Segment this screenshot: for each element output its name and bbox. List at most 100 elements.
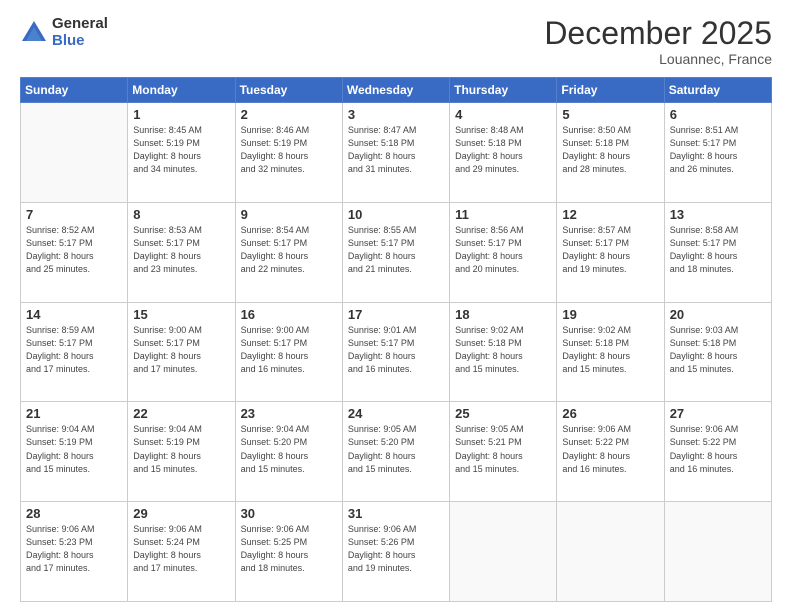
table-row: 31Sunrise: 9:06 AM Sunset: 5:26 PM Dayli… — [342, 502, 449, 602]
table-row: 21 Sunrise: 9:04 AM Sunset: 5:19 PM Dayli… — [21, 402, 128, 502]
day-number: 28 — [26, 506, 122, 521]
col-thursday: Thursday — [450, 78, 557, 103]
calendar-row-4: 28 Sunrise: 9:06 AM Sunset: 5:23 PM Dayli… — [21, 502, 772, 602]
day-info: Sunrise: 8:52 AM Sunset: 5:17 PM Dayligh… — [26, 224, 122, 276]
day-info: Sunrise: 8:53 AM Sunset: 5:17 PM Dayligh… — [133, 224, 229, 276]
day-info: Sunrise: 9:00 AM Sunset: 5:17 PM Dayligh… — [133, 324, 229, 376]
day-info: Sunrise: 8:46 AM Sunset: 5:19 PM Dayligh… — [241, 124, 337, 176]
table-row: 19 Sunrise: 9:02 AM Sunset: 5:18 PM Dayli… — [557, 302, 664, 402]
day-info: Sunrise: 8:45 AM Sunset: 5:19 PM Dayligh… — [133, 124, 229, 176]
table-row: 5 Sunrise: 8:50 AM Sunset: 5:18 PM Daylig… — [557, 103, 664, 203]
table-row: 6 Sunrise: 8:51 AM Sunset: 5:17 PM Daylig… — [664, 103, 771, 203]
day-number: 26 — [562, 406, 658, 421]
day-info: Sunrise: 9:00 AM Sunset: 5:17 PM Dayligh… — [241, 324, 337, 376]
logo-text: General Blue — [52, 16, 108, 49]
day-number: 7 — [26, 207, 122, 222]
day-info: Sunrise: 9:06 AM Sunset: 5:25 PM Dayligh… — [241, 523, 337, 575]
table-row: 20Sunrise: 9:03 AM Sunset: 5:18 PM Dayli… — [664, 302, 771, 402]
table-row: 25 Sunrise: 9:05 AM Sunset: 5:21 PM Dayli… — [450, 402, 557, 502]
day-info: Sunrise: 8:50 AM Sunset: 5:18 PM Dayligh… — [562, 124, 658, 176]
table-row: 10Sunrise: 8:55 AM Sunset: 5:17 PM Dayli… — [342, 202, 449, 302]
day-info: Sunrise: 9:02 AM Sunset: 5:18 PM Dayligh… — [455, 324, 551, 376]
day-number: 21 — [26, 406, 122, 421]
table-row: 28 Sunrise: 9:06 AM Sunset: 5:23 PM Dayli… — [21, 502, 128, 602]
day-info: Sunrise: 9:04 AM Sunset: 5:20 PM Dayligh… — [241, 423, 337, 475]
day-info: Sunrise: 9:05 AM Sunset: 5:21 PM Dayligh… — [455, 423, 551, 475]
day-number: 16 — [241, 307, 337, 322]
day-number: 25 — [455, 406, 551, 421]
day-info: Sunrise: 9:06 AM Sunset: 5:23 PM Dayligh… — [26, 523, 122, 575]
day-info: Sunrise: 8:55 AM Sunset: 5:17 PM Dayligh… — [348, 224, 444, 276]
day-number: 15 — [133, 307, 229, 322]
day-number: 24 — [348, 406, 444, 421]
table-row: 22Sunrise: 9:04 AM Sunset: 5:19 PM Dayli… — [128, 402, 235, 502]
col-monday: Monday — [128, 78, 235, 103]
table-row: 16 Sunrise: 9:00 AM Sunset: 5:17 PM Dayli… — [235, 302, 342, 402]
table-row: 29Sunrise: 9:06 AM Sunset: 5:24 PM Dayli… — [128, 502, 235, 602]
day-number: 17 — [348, 307, 444, 322]
day-info: Sunrise: 9:04 AM Sunset: 5:19 PM Dayligh… — [26, 423, 122, 475]
day-info: Sunrise: 8:59 AM Sunset: 5:17 PM Dayligh… — [26, 324, 122, 376]
day-number: 30 — [241, 506, 337, 521]
day-number: 12 — [562, 207, 658, 222]
logo-icon — [20, 19, 48, 47]
col-wednesday: Wednesday — [342, 78, 449, 103]
day-info: Sunrise: 8:54 AM Sunset: 5:17 PM Dayligh… — [241, 224, 337, 276]
day-number: 23 — [241, 406, 337, 421]
calendar-row-3: 21 Sunrise: 9:04 AM Sunset: 5:19 PM Dayli… — [21, 402, 772, 502]
day-info: Sunrise: 8:51 AM Sunset: 5:17 PM Dayligh… — [670, 124, 766, 176]
table-row: 17Sunrise: 9:01 AM Sunset: 5:17 PM Dayli… — [342, 302, 449, 402]
table-row: 24Sunrise: 9:05 AM Sunset: 5:20 PM Dayli… — [342, 402, 449, 502]
calendar-row-0: 1 Sunrise: 8:45 AM Sunset: 5:19 PM Daylig… — [21, 103, 772, 203]
calendar-row-2: 14 Sunrise: 8:59 AM Sunset: 5:17 PM Dayli… — [21, 302, 772, 402]
day-number: 9 — [241, 207, 337, 222]
day-number: 5 — [562, 107, 658, 122]
table-row: 1 Sunrise: 8:45 AM Sunset: 5:19 PM Daylig… — [128, 103, 235, 203]
table-row: 30 Sunrise: 9:06 AM Sunset: 5:25 PM Dayli… — [235, 502, 342, 602]
month-title: December 2025 — [544, 16, 772, 51]
calendar-row-1: 7 Sunrise: 8:52 AM Sunset: 5:17 PM Daylig… — [21, 202, 772, 302]
day-number: 6 — [670, 107, 766, 122]
page: General Blue December 2025 Louannec, Fra… — [0, 0, 792, 612]
day-number: 4 — [455, 107, 551, 122]
day-number: 13 — [670, 207, 766, 222]
col-friday: Friday — [557, 78, 664, 103]
table-row: 18Sunrise: 9:02 AM Sunset: 5:18 PM Dayli… — [450, 302, 557, 402]
day-info: Sunrise: 9:06 AM Sunset: 5:22 PM Dayligh… — [670, 423, 766, 475]
table-row: 15 Sunrise: 9:00 AM Sunset: 5:17 PM Dayli… — [128, 302, 235, 402]
table-row: 13 Sunrise: 8:58 AM Sunset: 5:17 PM Dayli… — [664, 202, 771, 302]
day-number: 14 — [26, 307, 122, 322]
calendar-table: Sunday Monday Tuesday Wednesday Thursday… — [20, 77, 772, 602]
day-info: Sunrise: 8:47 AM Sunset: 5:18 PM Dayligh… — [348, 124, 444, 176]
day-number: 27 — [670, 406, 766, 421]
day-info: Sunrise: 9:06 AM Sunset: 5:24 PM Dayligh… — [133, 523, 229, 575]
logo-blue-text: Blue — [52, 33, 108, 50]
calendar-header-row: Sunday Monday Tuesday Wednesday Thursday… — [21, 78, 772, 103]
day-info: Sunrise: 8:58 AM Sunset: 5:17 PM Dayligh… — [670, 224, 766, 276]
table-row: 23 Sunrise: 9:04 AM Sunset: 5:20 PM Dayli… — [235, 402, 342, 502]
table-row: 12 Sunrise: 8:57 AM Sunset: 5:17 PM Dayli… — [557, 202, 664, 302]
table-row — [664, 502, 771, 602]
header: General Blue December 2025 Louannec, Fra… — [20, 16, 772, 67]
location-subtitle: Louannec, France — [544, 51, 772, 67]
day-number: 1 — [133, 107, 229, 122]
day-number: 3 — [348, 107, 444, 122]
day-number: 11 — [455, 207, 551, 222]
day-info: Sunrise: 9:03 AM Sunset: 5:18 PM Dayligh… — [670, 324, 766, 376]
table-row: 9 Sunrise: 8:54 AM Sunset: 5:17 PM Daylig… — [235, 202, 342, 302]
day-info: Sunrise: 9:04 AM Sunset: 5:19 PM Dayligh… — [133, 423, 229, 475]
table-row — [557, 502, 664, 602]
table-row: 7 Sunrise: 8:52 AM Sunset: 5:17 PM Daylig… — [21, 202, 128, 302]
table-row: 8 Sunrise: 8:53 AM Sunset: 5:17 PM Daylig… — [128, 202, 235, 302]
col-saturday: Saturday — [664, 78, 771, 103]
day-info: Sunrise: 9:02 AM Sunset: 5:18 PM Dayligh… — [562, 324, 658, 376]
day-number: 19 — [562, 307, 658, 322]
col-tuesday: Tuesday — [235, 78, 342, 103]
day-info: Sunrise: 8:57 AM Sunset: 5:17 PM Dayligh… — [562, 224, 658, 276]
table-row: 14 Sunrise: 8:59 AM Sunset: 5:17 PM Dayli… — [21, 302, 128, 402]
day-info: Sunrise: 9:06 AM Sunset: 5:26 PM Dayligh… — [348, 523, 444, 575]
table-row — [450, 502, 557, 602]
day-number: 8 — [133, 207, 229, 222]
table-row: 3 Sunrise: 8:47 AM Sunset: 5:18 PM Daylig… — [342, 103, 449, 203]
table-row: 27 Sunrise: 9:06 AM Sunset: 5:22 PM Dayli… — [664, 402, 771, 502]
